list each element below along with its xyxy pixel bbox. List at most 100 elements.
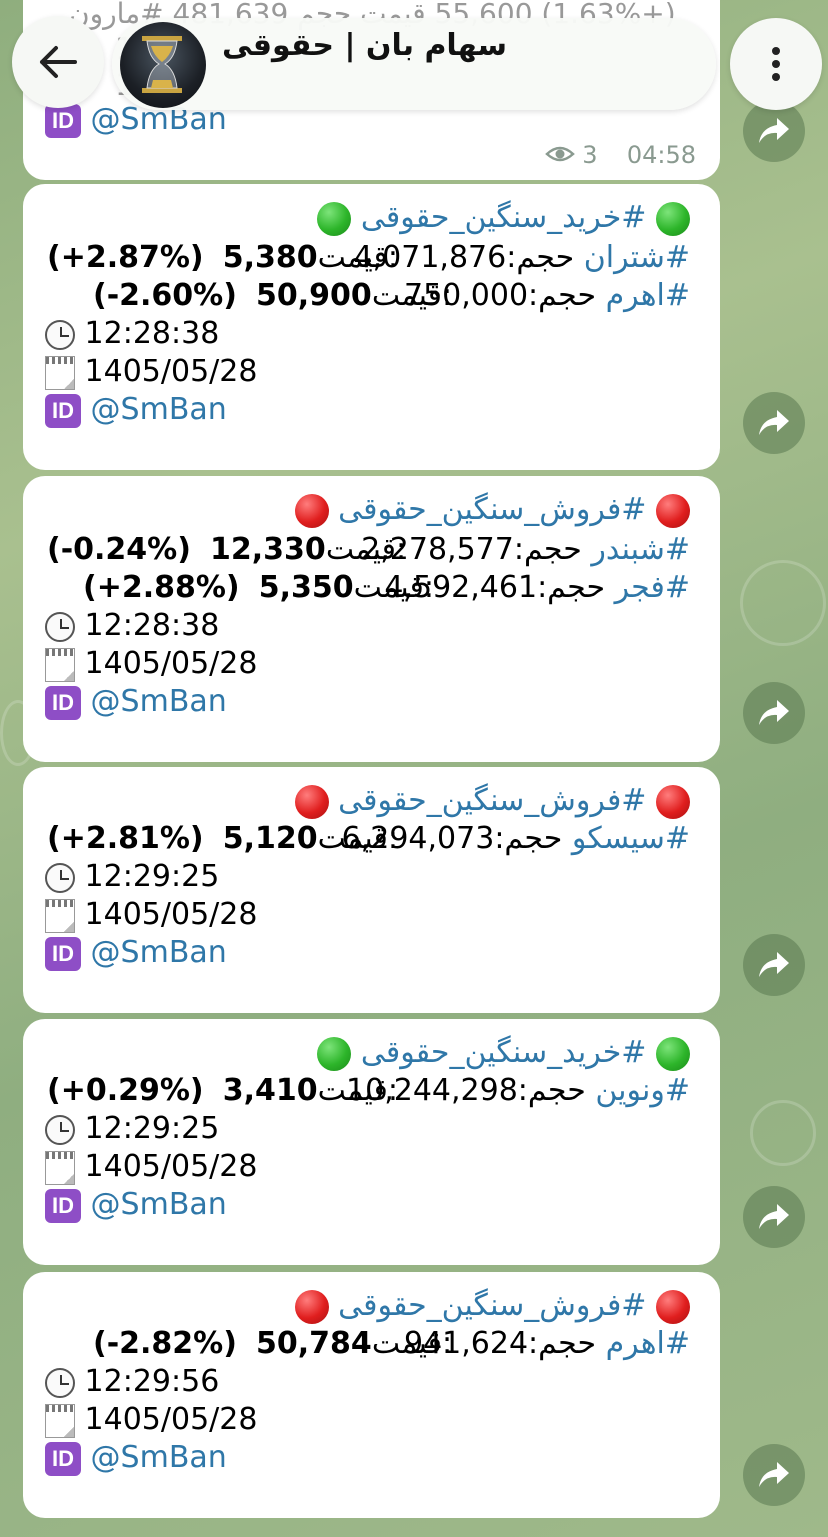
- change-percent: (+2.87%): [47, 240, 204, 275]
- share-arrow-icon: [759, 700, 789, 725]
- calendar-icon: [45, 647, 75, 682]
- price-value: 3,410: [222, 1073, 318, 1108]
- change-percent: (-0.24%): [47, 532, 191, 567]
- message-time: 12:28:38: [84, 316, 220, 351]
- calendar-icon: [45, 898, 75, 933]
- views-count: 3: [582, 141, 598, 169]
- share-button[interactable]: [743, 934, 805, 996]
- views-eye-icon: [544, 142, 575, 170]
- symbol-hashtag[interactable]: #فجر: [615, 570, 690, 605]
- id-line: ID @SmBan: [45, 935, 227, 971]
- message-header: #فروش_سنگین_حقوقی: [294, 492, 690, 528]
- red-circle-icon: [656, 493, 690, 528]
- volume-value: 750,000: [403, 278, 529, 313]
- symbol-hashtag[interactable]: #ونوین: [595, 1073, 690, 1108]
- message-time: 12:29:25: [84, 1111, 220, 1146]
- green-circle-icon: [656, 1036, 690, 1071]
- volume-label: حجم:: [513, 532, 582, 567]
- price-value: 50,784: [256, 1326, 372, 1361]
- share-button[interactable]: [743, 392, 805, 454]
- change-percent: (-2.60%): [93, 278, 237, 313]
- channel-title: سهام بان | حقوقی: [222, 28, 507, 63]
- clock-icon: [45, 1114, 75, 1145]
- message-date: 1405/05/28: [84, 354, 258, 389]
- volume-value: 2,278,577: [361, 532, 514, 567]
- channel-avatar[interactable]: [120, 22, 206, 108]
- id-icon: ID: [45, 393, 81, 428]
- volume-value: 10,244,298: [346, 1073, 518, 1108]
- message-header: #فروش_سنگین_حقوقی: [294, 783, 690, 819]
- date-line: 1405/05/28: [45, 646, 257, 682]
- share-button[interactable]: [743, 682, 805, 744]
- calendar-icon: [45, 1403, 75, 1438]
- more-vertical-icon: [772, 47, 780, 81]
- volume-label: حجم:: [494, 821, 563, 856]
- volume-value: 941,624: [403, 1326, 529, 1361]
- id-icon: ID: [45, 936, 81, 971]
- channel-handle-link[interactable]: @SmBan: [91, 1187, 227, 1222]
- clock-icon: [45, 319, 75, 350]
- id-line: ID @SmBan: [45, 392, 227, 428]
- message-date: 1405/05/28: [84, 1149, 258, 1184]
- id-line: ID @SmBan: [45, 1440, 227, 1476]
- red-circle-icon: [656, 784, 690, 819]
- price-value: 12,330: [210, 532, 326, 567]
- message-bubble: #خرید_سنگین_حقوقی (+2.87%) 5,380قیمت: #ش…: [23, 184, 720, 470]
- wallpaper-doodle: [750, 1100, 816, 1166]
- chat-header[interactable]: سهام بان | حقوقی: [112, 18, 716, 110]
- share-arrow-icon: [759, 1462, 789, 1487]
- change-percent: (+2.81%): [47, 821, 204, 856]
- channel-handle-link[interactable]: @SmBan: [91, 1440, 227, 1475]
- share-button[interactable]: [743, 1186, 805, 1248]
- id-line: ID @SmBan: [45, 684, 227, 720]
- volume-label: حجم:: [537, 570, 606, 605]
- calendar-icon: [45, 1150, 75, 1185]
- message-bubble: #خرید_سنگین_حقوقی (+0.29%) 3,410قیمت: #و…: [23, 1019, 720, 1265]
- price-value: 5,350: [258, 570, 354, 605]
- id-icon: ID: [45, 103, 81, 138]
- volume-value: 6,294,073: [341, 821, 495, 856]
- channel-handle-link[interactable]: @SmBan: [91, 684, 227, 719]
- hashtag-link[interactable]: #خرید_سنگین_حقوقی: [361, 200, 647, 235]
- time-line: 12:28:38: [45, 608, 219, 644]
- message-date: 1405/05/28: [84, 646, 258, 681]
- date-line: 1405/05/28: [45, 1402, 257, 1438]
- symbol-hashtag[interactable]: #شبندر: [591, 532, 690, 567]
- symbol-hashtag[interactable]: #اهرم: [606, 278, 690, 313]
- hashtag-link[interactable]: #فروش_سنگین_حقوقی: [338, 783, 646, 818]
- volume-value: 4,592,461: [384, 570, 538, 605]
- change-percent: (+0.29%): [47, 1073, 204, 1108]
- date-line: 1405/05/28: [45, 354, 257, 390]
- red-circle-icon: [294, 493, 329, 528]
- share-arrow-icon: [759, 410, 789, 435]
- hashtag-link[interactable]: #فروش_سنگین_حقوقی: [338, 1288, 646, 1323]
- green-circle-icon: [317, 201, 352, 236]
- message-bubble: #فروش_سنگین_حقوقی (-0.24%) 12,330قیمت: #…: [23, 476, 720, 762]
- change-percent: (+2.88%): [83, 570, 240, 605]
- channel-handle-link[interactable]: @SmBan: [91, 392, 227, 427]
- message-meta: 3 04:58: [544, 141, 696, 170]
- more-options-button[interactable]: [730, 18, 822, 110]
- message-bubble: #فروش_سنگین_حقوقی (+2.81%) 5,120قیمت: #س…: [23, 767, 720, 1013]
- symbol-hashtag[interactable]: #اهرم: [606, 1326, 690, 1361]
- symbol-hashtag[interactable]: #سیسکو: [572, 821, 690, 856]
- volume-label: حجم:: [528, 278, 597, 313]
- hashtag-link[interactable]: #فروش_سنگین_حقوقی: [338, 492, 646, 527]
- symbol-hashtag[interactable]: #شتران: [584, 240, 690, 275]
- channel-handle-link[interactable]: @SmBan: [91, 935, 227, 970]
- clock-icon: [45, 1367, 75, 1398]
- time-line: 12:29:56: [45, 1364, 219, 1400]
- message-header: #خرید_سنگین_حقوقی: [317, 1035, 690, 1071]
- time-line: 12:28:38: [45, 316, 219, 352]
- share-button[interactable]: [743, 1444, 805, 1506]
- share-arrow-icon: [759, 118, 789, 143]
- id-icon: ID: [45, 1441, 81, 1476]
- message-date: 1405/05/28: [84, 1402, 258, 1437]
- hashtag-link[interactable]: #خرید_سنگین_حقوقی: [361, 1035, 647, 1070]
- share-arrow-icon: [759, 952, 789, 977]
- hourglass-icon: [142, 36, 182, 93]
- price-value: 50,900: [256, 278, 372, 313]
- back-button[interactable]: [12, 16, 104, 108]
- wallpaper-doodle: [740, 560, 826, 646]
- message-header: #فروش_سنگین_حقوقی: [294, 1288, 690, 1324]
